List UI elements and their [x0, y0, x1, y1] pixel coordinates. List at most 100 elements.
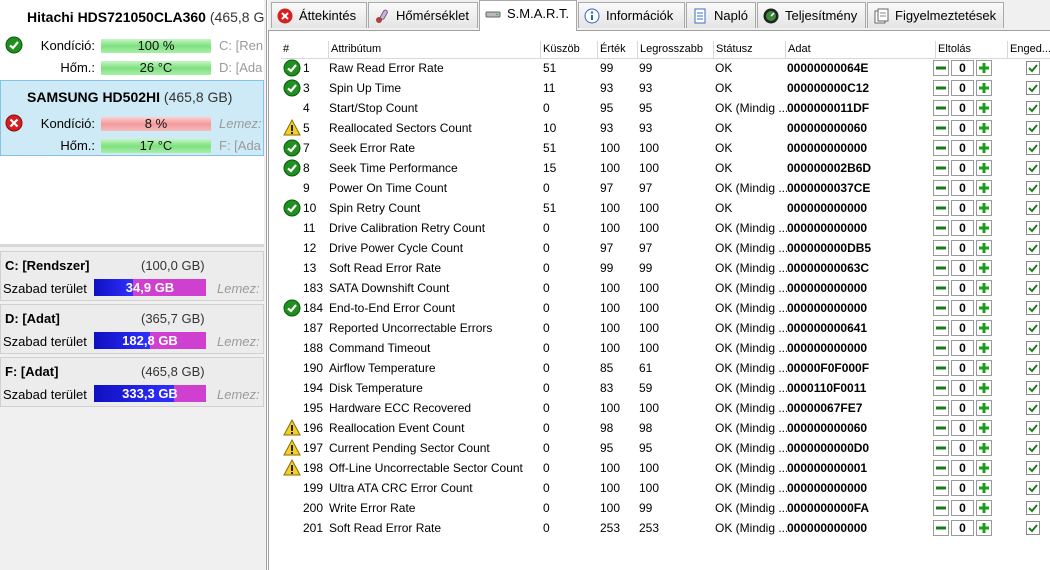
offset-decrement-button[interactable] — [933, 140, 949, 156]
offset-decrement-button[interactable] — [933, 400, 949, 416]
offset-increment-button[interactable] — [976, 200, 992, 216]
table-row[interactable]: 198 Off-Line Uncorrectable Sector Count 0 1… — [281, 458, 1050, 478]
enabled-checkbox[interactable] — [1026, 161, 1040, 175]
offset-increment-button[interactable] — [976, 240, 992, 256]
offset-value[interactable]: 0 — [951, 320, 974, 336]
table-row[interactable]: 183 SATA Downshift Count 0 100 100 OK (Mindig… — [281, 278, 1050, 298]
offset-increment-button[interactable] — [976, 440, 992, 456]
offset-value[interactable]: 0 — [951, 380, 974, 396]
offset-value[interactable]: 0 — [951, 420, 974, 436]
disk-card-samsung[interactable]: SAMSUNG HD502HI (465,8 GB) Kondíció: 8 %… — [0, 80, 264, 156]
tab-alerts[interactable]: Figyelmeztetések — [867, 2, 1004, 28]
offset-decrement-button[interactable] — [933, 480, 949, 496]
enabled-checkbox[interactable] — [1026, 381, 1040, 395]
enabled-checkbox[interactable] — [1026, 501, 1040, 515]
splitter[interactable] — [0, 244, 264, 247]
table-row[interactable]: 5 Reallocated Sectors Count 10 93 93 OK 000000… — [281, 118, 1050, 138]
enabled-checkbox[interactable] — [1026, 81, 1040, 95]
offset-value[interactable]: 0 — [951, 460, 974, 476]
offset-increment-button[interactable] — [976, 160, 992, 176]
enabled-checkbox[interactable] — [1026, 361, 1040, 375]
offset-decrement-button[interactable] — [933, 100, 949, 116]
enabled-checkbox[interactable] — [1026, 221, 1040, 235]
offset-decrement-button[interactable] — [933, 300, 949, 316]
offset-increment-button[interactable] — [976, 100, 992, 116]
table-row[interactable]: 4 Start/Stop Count 0 95 95 OK (Mindig ... 0000… — [281, 98, 1050, 118]
tab-smart[interactable]: S.M.A.R.T. — [479, 0, 577, 31]
enabled-checkbox[interactable] — [1026, 201, 1040, 215]
offset-decrement-button[interactable] — [933, 460, 949, 476]
offset-value[interactable]: 0 — [951, 220, 974, 236]
offset-decrement-button[interactable] — [933, 380, 949, 396]
enabled-checkbox[interactable] — [1026, 341, 1040, 355]
enabled-checkbox[interactable] — [1026, 281, 1040, 295]
offset-increment-button[interactable] — [976, 120, 992, 136]
col-header-id[interactable]: # — [281, 41, 329, 58]
enabled-checkbox[interactable] — [1026, 141, 1040, 155]
enabled-checkbox[interactable] — [1026, 61, 1040, 75]
offset-decrement-button[interactable] — [933, 240, 949, 256]
offset-value[interactable]: 0 — [951, 160, 974, 176]
offset-decrement-button[interactable] — [933, 320, 949, 336]
offset-decrement-button[interactable] — [933, 340, 949, 356]
offset-decrement-button[interactable] — [933, 520, 949, 536]
offset-increment-button[interactable] — [976, 500, 992, 516]
offset-increment-button[interactable] — [976, 280, 992, 296]
table-row[interactable]: 9 Power On Time Count 0 97 97 OK (Mindig ... 0… — [281, 178, 1050, 198]
enabled-checkbox[interactable] — [1026, 261, 1040, 275]
offset-value[interactable]: 0 — [951, 120, 974, 136]
table-row[interactable]: 201 Soft Read Error Rate 0 253 253 OK (Mindig… — [281, 518, 1050, 538]
offset-decrement-button[interactable] — [933, 500, 949, 516]
offset-decrement-button[interactable] — [933, 80, 949, 96]
partition-card-d[interactable]: D: [Adat] (365,7 GB) Szabad terület 182,… — [0, 304, 264, 354]
enabled-checkbox[interactable] — [1026, 421, 1040, 435]
offset-value[interactable]: 0 — [951, 60, 974, 76]
offset-decrement-button[interactable] — [933, 200, 949, 216]
table-row[interactable]: 184 End-to-End Error Count 0 100 100 OK (Mind… — [281, 298, 1050, 318]
table-row[interactable]: 11 Drive Calibration Retry Count 0 100 100 OK… — [281, 218, 1050, 238]
offset-decrement-button[interactable] — [933, 420, 949, 436]
offset-increment-button[interactable] — [976, 140, 992, 156]
tab-log[interactable]: Napló — [686, 2, 756, 28]
offset-decrement-button[interactable] — [933, 260, 949, 276]
col-header-value[interactable]: Érték — [598, 41, 638, 58]
tab-overview[interactable]: Áttekintés — [271, 2, 367, 28]
offset-value[interactable]: 0 — [951, 480, 974, 496]
table-row[interactable]: 13 Soft Read Error Rate 0 99 99 OK (Mindig ..… — [281, 258, 1050, 278]
offset-increment-button[interactable] — [976, 460, 992, 476]
table-row[interactable]: 188 Command Timeout 0 100 100 OK (Mindig ... 0… — [281, 338, 1050, 358]
offset-value[interactable]: 0 — [951, 240, 974, 256]
offset-increment-button[interactable] — [976, 380, 992, 396]
offset-value[interactable]: 0 — [951, 520, 974, 536]
offset-value[interactable]: 0 — [951, 300, 974, 316]
table-row[interactable]: 194 Disk Temperature 0 83 59 OK (Mindig ... 00… — [281, 378, 1050, 398]
table-row[interactable]: 12 Drive Power Cycle Count 0 97 97 OK (Mindig… — [281, 238, 1050, 258]
offset-increment-button[interactable] — [976, 220, 992, 236]
table-row[interactable]: 196 Reallocation Event Count 0 98 98 OK (Mind… — [281, 418, 1050, 438]
offset-value[interactable]: 0 — [951, 180, 974, 196]
offset-value[interactable]: 0 — [951, 260, 974, 276]
enabled-checkbox[interactable] — [1026, 101, 1040, 115]
offset-decrement-button[interactable] — [933, 120, 949, 136]
table-row[interactable]: 197 Current Pending Sector Count 0 95 95 OK (… — [281, 438, 1050, 458]
tab-information[interactable]: Információk — [578, 2, 685, 28]
offset-decrement-button[interactable] — [933, 220, 949, 236]
table-row[interactable]: 187 Reported Uncorrectable Errors 0 100 100 O… — [281, 318, 1050, 338]
enabled-checkbox[interactable] — [1026, 401, 1040, 415]
offset-decrement-button[interactable] — [933, 60, 949, 76]
disk-card-hitachi[interactable]: Hitachi HDS721050CLA360 (465,8 G Kondíci… — [0, 0, 264, 80]
offset-value[interactable]: 0 — [951, 340, 974, 356]
enabled-checkbox[interactable] — [1026, 521, 1040, 535]
offset-increment-button[interactable] — [976, 520, 992, 536]
enabled-checkbox[interactable] — [1026, 461, 1040, 475]
partition-card-c[interactable]: C: [Rendszer] (100,0 GB) Szabad terület … — [0, 251, 264, 301]
offset-increment-button[interactable] — [976, 320, 992, 336]
enabled-checkbox[interactable] — [1026, 301, 1040, 315]
table-row[interactable]: 7 Seek Error Rate 51 100 100 OK 000000000000 0 — [281, 138, 1050, 158]
col-header-threshold[interactable]: Küszöb — [541, 41, 598, 58]
offset-value[interactable]: 0 — [951, 500, 974, 516]
table-row[interactable]: 195 Hardware ECC Recovered 0 100 100 OK (Mind… — [281, 398, 1050, 418]
offset-value[interactable]: 0 — [951, 440, 974, 456]
enabled-checkbox[interactable] — [1026, 181, 1040, 195]
offset-value[interactable]: 0 — [951, 360, 974, 376]
